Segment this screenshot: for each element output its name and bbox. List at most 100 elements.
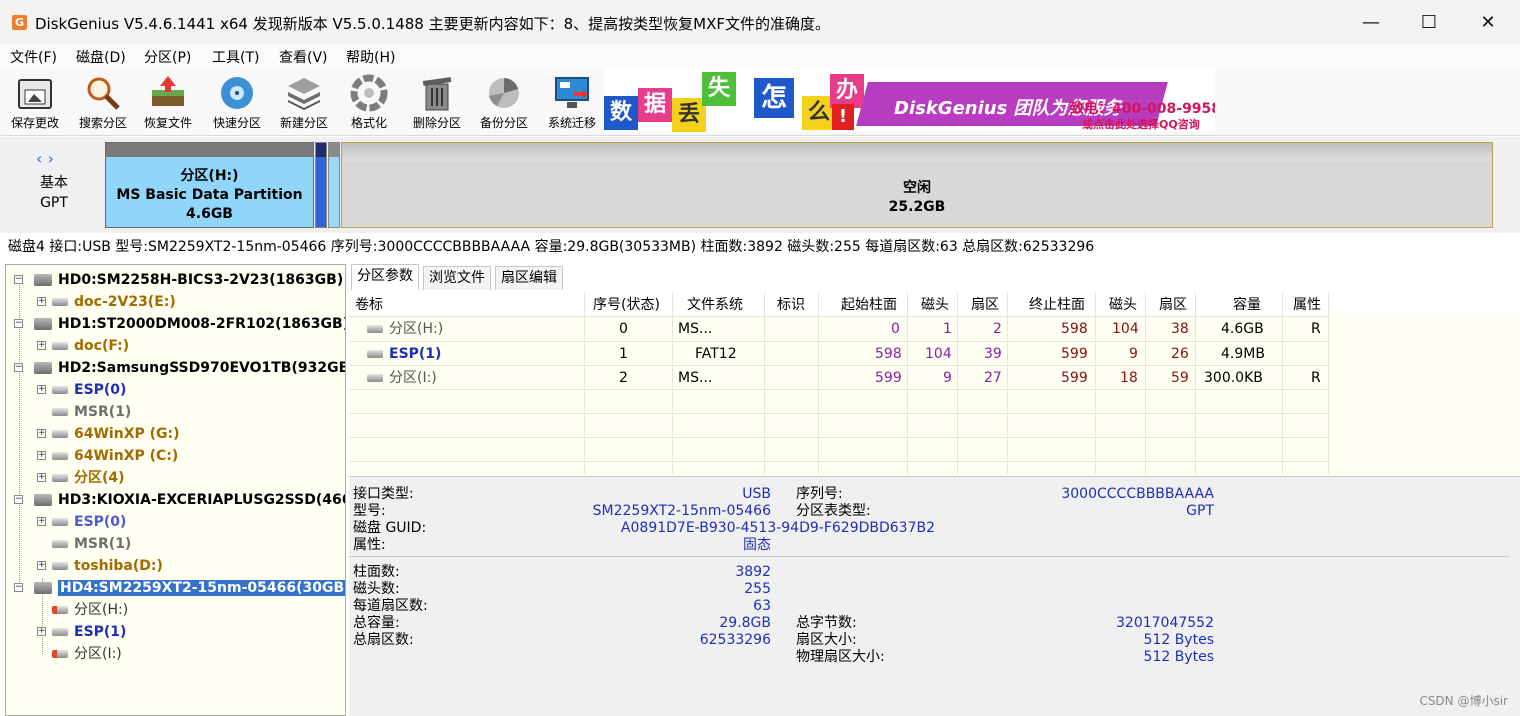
close-button[interactable]: ✕ bbox=[1473, 10, 1503, 36]
partition-table-type-value: GPT bbox=[1186, 503, 1214, 519]
free-space-block[interactable]: 空闲 25.2GB bbox=[341, 142, 1493, 228]
table-row[interactable]: 分区(I:) bbox=[367, 366, 437, 390]
col-header[interactable]: 容量 bbox=[1233, 293, 1261, 317]
disk-nav-arrows[interactable]: ‹ › bbox=[36, 149, 54, 168]
disk-map: ‹ › 基本 GPT 分区(H:) MS Basic Data Partitio… bbox=[0, 137, 1520, 233]
menu-file[interactable]: 文件(F) bbox=[10, 47, 57, 67]
detail-tabs: 分区参数 浏览文件 扇区编辑 bbox=[349, 264, 1520, 290]
volume-icon bbox=[367, 374, 383, 382]
col-header[interactable]: 卷标 bbox=[355, 293, 383, 317]
col-header[interactable]: 起始柱面 bbox=[841, 293, 897, 317]
quick-partition-button[interactable]: 快速分区 bbox=[203, 72, 271, 134]
col-header[interactable]: 磁头 bbox=[921, 293, 949, 317]
partition-block-esp[interactable] bbox=[315, 142, 327, 228]
volume-icon bbox=[52, 562, 68, 570]
volume-icon bbox=[52, 298, 68, 306]
new-partition-icon bbox=[288, 78, 320, 110]
banner-char: 数 bbox=[604, 96, 638, 130]
menu-disk[interactable]: 磁盘(D) bbox=[76, 47, 126, 67]
hard-disk-icon bbox=[34, 582, 52, 594]
quick-partition-icon bbox=[221, 77, 253, 109]
delete-partition-button[interactable]: 删除分区 bbox=[403, 72, 471, 134]
hard-disk-icon bbox=[34, 318, 52, 330]
migrate-icon bbox=[555, 77, 589, 108]
system-migration-button[interactable]: 系统迁移 bbox=[538, 72, 606, 134]
hard-disk-icon bbox=[34, 274, 52, 286]
col-header[interactable]: 扇区 bbox=[1159, 293, 1187, 317]
sector-size-value: 512 Bytes bbox=[1143, 632, 1214, 648]
new-partition-button[interactable]: 新建分区 bbox=[270, 72, 338, 134]
volume-icon bbox=[52, 628, 68, 636]
banner-char: 失 bbox=[702, 72, 736, 106]
total-bytes-value: 32017047552 bbox=[1116, 615, 1214, 631]
volume-icon bbox=[52, 430, 68, 438]
maximize-button[interactable]: ☐ bbox=[1414, 10, 1444, 36]
model-value: SM2259XT2-15nm-05466 bbox=[592, 503, 771, 519]
promo-banner[interactable]: 数 据 丢 失 怎 么 办 ! DiskGenius 团队为您服务 致电：400… bbox=[604, 68, 1215, 132]
table-row[interactable]: 分区(H:) bbox=[367, 317, 443, 341]
menu-view[interactable]: 查看(V) bbox=[279, 47, 328, 67]
recover-icon bbox=[152, 76, 184, 106]
save-icon bbox=[18, 79, 52, 109]
banner-char: 办 bbox=[830, 74, 864, 108]
col-header[interactable]: 序号(状态) bbox=[593, 293, 660, 317]
app-icon: G bbox=[12, 15, 27, 30]
col-header[interactable]: 标识 bbox=[777, 293, 805, 317]
guid-value: A0891D7E-B930-4513-94D9-F629DBD637B2 bbox=[620, 520, 935, 536]
physical-sector-size-value: 512 Bytes bbox=[1143, 649, 1214, 665]
col-header[interactable]: 扇区 bbox=[971, 293, 999, 317]
backup-partition-button[interactable]: 备份分区 bbox=[470, 72, 538, 134]
format-icon bbox=[350, 74, 388, 112]
disk-info-line: 磁盘4 接口:USB 型号:SM2259XT2-15nm-05466 序列号:3… bbox=[8, 239, 1095, 255]
disk-type-label: 基本 GPT bbox=[40, 175, 68, 211]
title-bar: G DiskGenius V5.4.6.1441 x64 发现新版本 V5.5.… bbox=[0, 0, 1520, 44]
attr-value: 固态 bbox=[743, 537, 771, 553]
recover-files-button[interactable]: 恢复文件 bbox=[134, 72, 202, 134]
search-icon bbox=[87, 77, 120, 110]
banner-char: 丢 bbox=[672, 98, 706, 132]
banner-char: 怎 bbox=[754, 78, 794, 118]
tab-browse-files[interactable]: 浏览文件 bbox=[423, 266, 491, 290]
table-row[interactable]: ESP(1) bbox=[367, 342, 441, 366]
hard-disk-icon bbox=[34, 494, 52, 506]
volume-icon bbox=[52, 474, 68, 482]
total-sectors-value: 62533296 bbox=[699, 632, 771, 648]
backup-icon bbox=[489, 78, 519, 108]
volume-icon bbox=[52, 540, 68, 548]
disk-details: 接口类型: USB 型号: SM2259XT2-15nm-05466 磁盘 GU… bbox=[349, 476, 1520, 716]
interface-value: USB bbox=[742, 486, 771, 502]
minimize-button[interactable]: — bbox=[1356, 10, 1386, 36]
volume-icon bbox=[52, 342, 68, 350]
partition-block-i[interactable] bbox=[328, 142, 340, 228]
delete-icon bbox=[422, 77, 452, 111]
format-button[interactable]: 格式化 bbox=[335, 72, 403, 134]
col-header[interactable]: 文件系统 bbox=[687, 293, 743, 317]
save-changes-button[interactable]: 保存更改 bbox=[1, 72, 69, 134]
heads-value: 255 bbox=[744, 581, 771, 597]
menu-tools[interactable]: 工具(T) bbox=[212, 47, 259, 67]
tab-partition-params[interactable]: 分区参数 bbox=[351, 264, 419, 290]
banner-char: ! bbox=[832, 104, 854, 130]
menu-bar: 文件(F) 磁盘(D) 分区(P) 工具(T) 查看(V) 帮助(H) bbox=[0, 44, 1520, 68]
disk-tree: − HD0:SM2258H-BICS3-2V23(1863GB) + doc-2V2… bbox=[5, 264, 346, 716]
col-header[interactable]: 终止柱面 bbox=[1029, 293, 1085, 317]
col-header[interactable]: 磁头 bbox=[1109, 293, 1137, 317]
banner-qq-link[interactable]: 或点击此处选择QQ咨询 bbox=[1082, 116, 1200, 132]
menu-help[interactable]: 帮助(H) bbox=[346, 47, 395, 67]
volume-icon bbox=[367, 325, 383, 333]
partition-block-h[interactable]: 分区(H:) MS Basic Data Partition 4.6GB bbox=[105, 142, 314, 228]
window-title: DiskGenius V5.4.6.1441 x64 发现新版本 V5.5.0.… bbox=[35, 15, 831, 33]
search-partition-button[interactable]: 搜索分区 bbox=[69, 72, 137, 134]
cylinders-value: 3892 bbox=[735, 564, 771, 580]
partition-warning-icon bbox=[52, 606, 68, 614]
sectors-per-track-value: 63 bbox=[753, 598, 771, 614]
volume-icon bbox=[52, 452, 68, 460]
volume-icon bbox=[52, 386, 68, 394]
hard-disk-icon bbox=[34, 362, 52, 374]
volume-icon bbox=[367, 350, 383, 358]
capacity-value: 29.8GB bbox=[719, 615, 771, 631]
col-header[interactable]: 属性 bbox=[1293, 293, 1321, 317]
tab-sector-edit[interactable]: 扇区编辑 bbox=[495, 266, 563, 290]
banner-char: 据 bbox=[638, 88, 672, 122]
menu-partition[interactable]: 分区(P) bbox=[144, 47, 191, 67]
